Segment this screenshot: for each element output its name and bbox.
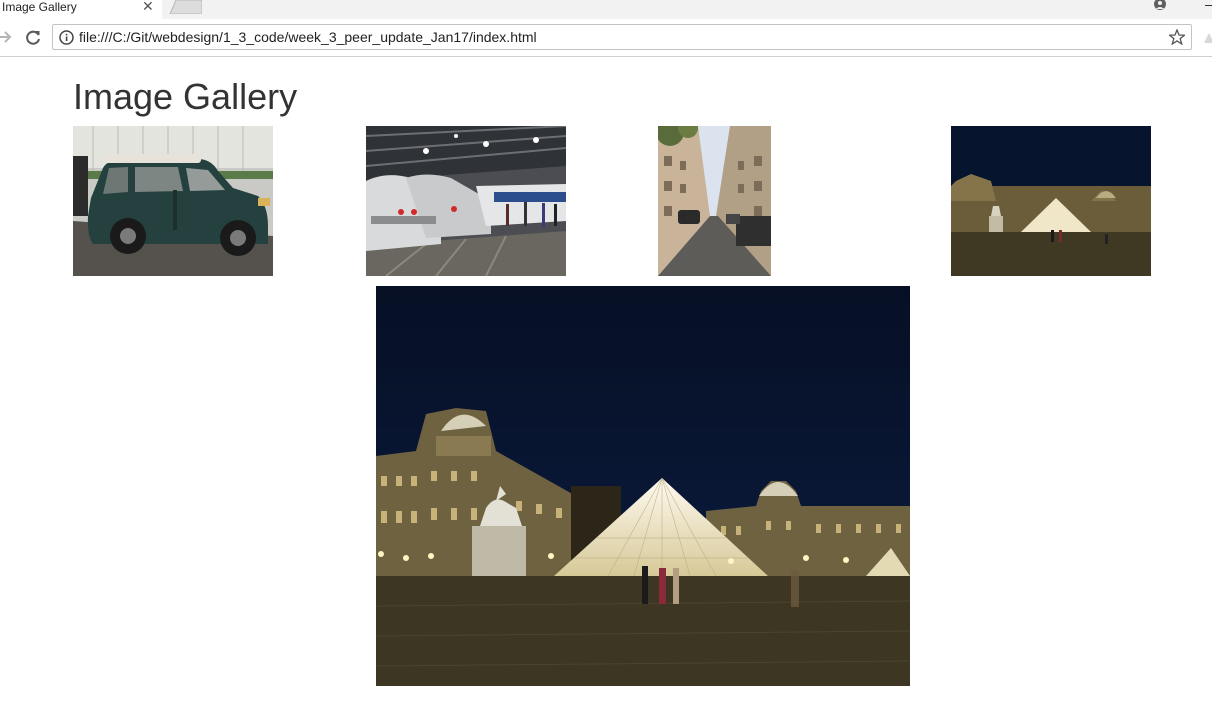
profile-icon[interactable]: [1153, 0, 1167, 11]
extension-icon[interactable]: [1203, 30, 1212, 44]
browser-toolbar: file:///C:/Git/webdesign/1_3_code/week_3…: [0, 19, 1212, 57]
tab-close-icon[interactable]: ✕: [142, 0, 154, 13]
gallery-thumbnail[interactable]: [73, 126, 273, 276]
tab-strip: Image Gallery ✕: [0, 0, 1212, 19]
address-bar[interactable]: file:///C:/Git/webdesign/1_3_code/week_3…: [52, 24, 1192, 50]
minimize-button[interactable]: [1205, 5, 1212, 6]
street-image: [658, 126, 771, 276]
star-icon[interactable]: [1169, 29, 1185, 45]
reload-icon[interactable]: [24, 29, 42, 47]
page-title: Image Gallery: [73, 76, 298, 117]
louvre-thumbnail-image: [951, 126, 1151, 276]
tab-title: Image Gallery: [2, 0, 77, 14]
url-text[interactable]: file:///C:/Git/webdesign/1_3_code/week_3…: [79, 25, 537, 50]
featured-image: [376, 286, 910, 686]
forward-icon[interactable]: [0, 29, 13, 45]
gallery-thumbnail[interactable]: [658, 126, 771, 276]
info-icon[interactable]: [59, 30, 74, 45]
mini-car-image: [73, 126, 273, 276]
browser-tab[interactable]: Image Gallery ✕: [0, 0, 162, 19]
trains-image: [366, 126, 566, 276]
louvre-featured-image: [376, 286, 910, 686]
gallery-thumbnail[interactable]: [366, 126, 566, 276]
gallery-thumbnail[interactable]: [951, 126, 1151, 276]
new-tab-button[interactable]: [168, 0, 202, 14]
